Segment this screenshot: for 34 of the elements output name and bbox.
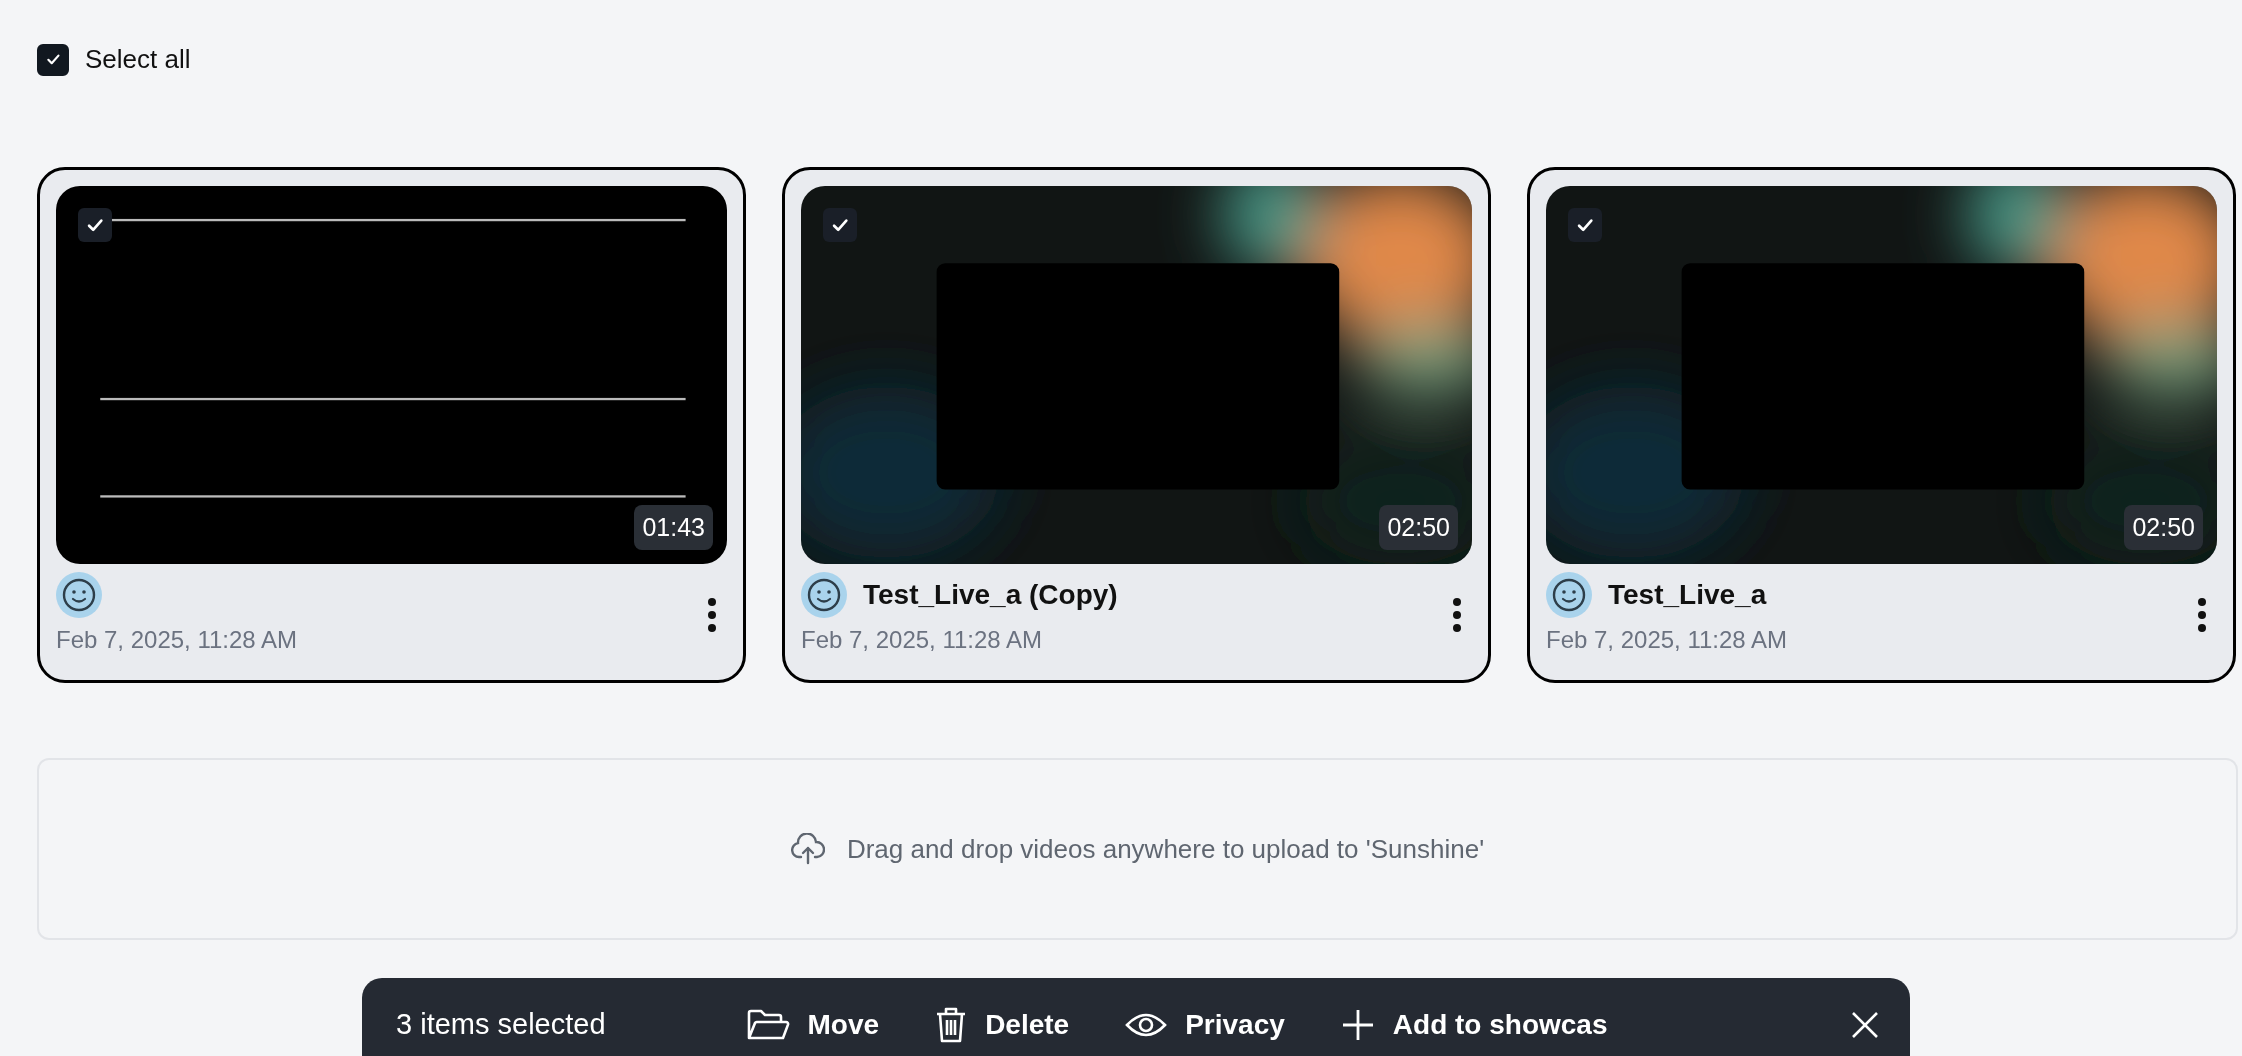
avatar-icon <box>801 572 847 618</box>
video-date: Feb 7, 2025, 11:28 AM <box>1546 625 1789 655</box>
upload-icon <box>790 833 825 865</box>
video-title[interactable]: Test_Live_a <box>1608 574 1767 616</box>
duration-badge: 02:50 <box>1379 504 1458 550</box>
action-button[interactable]: Privacy <box>1125 1003 1285 1046</box>
action-button[interactable]: Add to showcas <box>1340 1003 1608 1046</box>
avatar-icon <box>1546 572 1592 618</box>
action-button[interactable]: Delete <box>935 1003 1070 1046</box>
upload-hint: Drag and drop videos anywhere to upload to 'Sunshine' <box>846 832 1485 866</box>
duration-badge: 02:50 <box>2124 504 2203 550</box>
close-button[interactable] <box>1850 1009 1880 1040</box>
trash-icon <box>935 1005 968 1044</box>
select-all-label: Select all <box>85 43 191 76</box>
video-date: Feb 7, 2025, 11:28 AM <box>801 625 1044 655</box>
video-date: Feb 7, 2025, 11:28 AM <box>56 625 299 655</box>
select-all-checkbox[interactable] <box>37 43 69 76</box>
plus-icon <box>1340 1007 1375 1042</box>
more-icon <box>1452 597 1462 633</box>
avatar-icon <box>56 572 102 618</box>
drop-zone[interactable]: Drag and drop videos anywhere to upload to 'Sunshine' <box>37 758 2238 940</box>
video-card[interactable]: 02:50 Test_Live_a (Copy) Feb 7, 2025, 11:28 AM <box>782 167 1491 683</box>
video-checkbox[interactable] <box>78 208 112 242</box>
video-card[interactable]: 02:50 Test_Live_a Feb 7, 2025, 11:28 AM <box>1527 167 2236 683</box>
folder-icon <box>745 1007 790 1042</box>
video-card[interactable]: 01:43 Feb 7, 2025, 11:28 AM <box>37 167 746 683</box>
video-checkbox[interactable] <box>823 208 857 242</box>
video-title[interactable]: Test_Live_a (Copy) <box>863 574 1118 616</box>
selection-count: 3 items selected <box>396 1006 606 1042</box>
video-checkbox[interactable] <box>1568 208 1602 242</box>
action-button[interactable]: Move <box>745 1003 880 1046</box>
more-icon <box>707 597 717 633</box>
duration-badge: 01:43 <box>634 504 713 550</box>
more-icon <box>2197 597 2207 633</box>
